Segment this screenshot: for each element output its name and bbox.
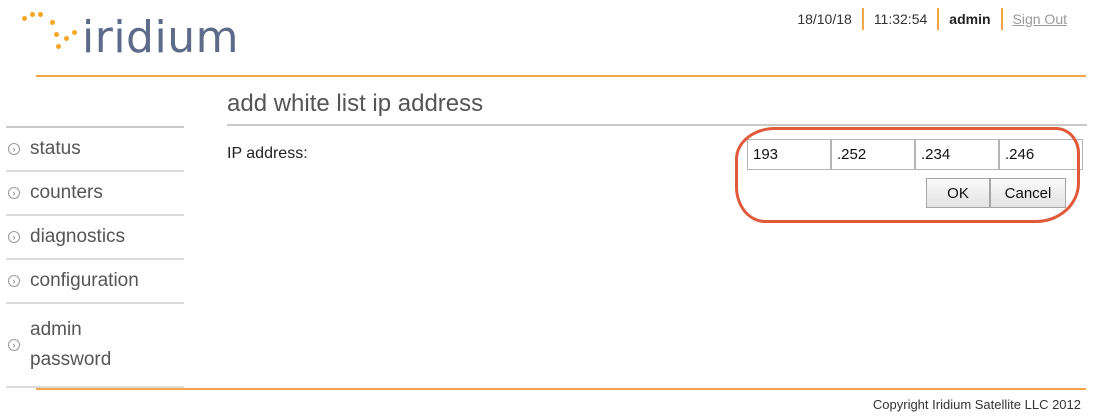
sidebar-item-label: counters — [30, 182, 103, 203]
sidebar-item-configuration[interactable]: › configuration — [6, 260, 184, 304]
sidebar-item-label: configuration — [30, 270, 139, 291]
logo-text: iridium — [82, 12, 239, 63]
sidebar-item-admin-password[interactable]: › admin password — [6, 304, 184, 388]
iridium-logo: iridium — [20, 6, 290, 66]
ok-button[interactable]: OK — [926, 178, 990, 208]
circle-arrow-icon: › — [8, 231, 20, 243]
sidebar-item-label: diagnostics — [30, 226, 126, 247]
sidebar-item-label: admin password — [30, 315, 111, 375]
page-title: add white list ip address — [227, 90, 484, 117]
circle-arrow-icon: › — [8, 187, 20, 199]
header-status-bar: 18/10/18 11:32:54 admin Sign Out — [787, 8, 1077, 30]
copyright-text: Copyright Iridium Satellite LLC 2012 — [872, 397, 1081, 412]
sidebar-item-counters[interactable]: › counters — [6, 172, 184, 216]
ip-octet-2-input[interactable] — [831, 139, 915, 170]
ip-octet-3-input[interactable] — [915, 139, 999, 170]
sidebar-item-status[interactable]: › status — [6, 128, 184, 172]
ip-address-label: IP address: — [227, 145, 308, 162]
time-display: 11:32:54 — [873, 11, 928, 27]
sidebar-item-diagnostics[interactable]: › diagnostics — [6, 216, 184, 260]
circle-arrow-icon: › — [8, 275, 20, 287]
circle-arrow-icon: › — [8, 339, 20, 351]
sidebar-item-label: status — [30, 138, 81, 159]
ip-octet-4-input[interactable] — [999, 139, 1083, 170]
sidebar-item-label-line2: password — [30, 349, 112, 370]
date-display: 18/10/18 — [797, 11, 852, 27]
username-display: admin — [949, 11, 991, 27]
cancel-button[interactable]: Cancel — [990, 178, 1066, 208]
logo-dots-icon — [20, 6, 80, 66]
circle-arrow-icon: › — [8, 143, 20, 155]
sidebar-item-label-line1: admin — [30, 319, 82, 340]
ip-address-input-group — [747, 139, 1085, 170]
sign-out-link[interactable]: Sign Out — [1003, 8, 1077, 30]
title-divider — [227, 124, 1087, 126]
sidebar-nav: › status › counters › diagnostics › conf… — [6, 126, 184, 388]
footer-divider — [36, 388, 1086, 390]
header-divider — [36, 75, 1086, 77]
ip-octet-1-input[interactable] — [747, 139, 831, 170]
